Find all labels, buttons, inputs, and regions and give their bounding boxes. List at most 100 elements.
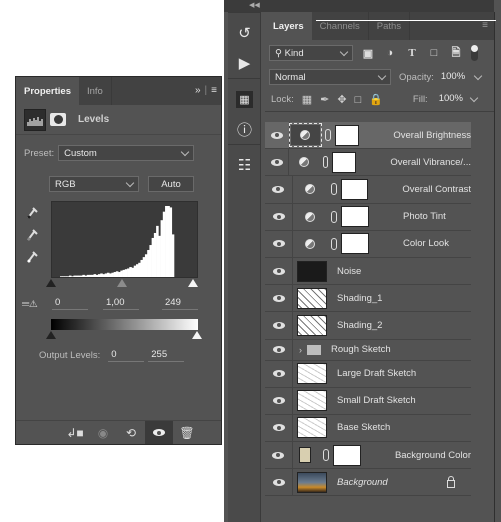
white-point-eyedropper-icon[interactable] (26, 249, 38, 263)
layer-row[interactable]: Background Color (265, 442, 471, 470)
layer-row[interactable]: Large Draft Sketch (265, 360, 471, 388)
opacity-value[interactable]: 100% (438, 71, 465, 84)
actions-play-icon[interactable]: ▶ (228, 48, 261, 78)
fill-value[interactable]: 100% (436, 93, 463, 106)
clipping-warning-icon[interactable]: 𝄘⚠ (22, 299, 37, 310)
collapse-dock-icon[interactable]: ◀◀ (249, 1, 260, 9)
black-point-eyedropper-icon[interactable] (26, 205, 38, 219)
tab-properties[interactable]: Properties (16, 77, 79, 105)
layer-row[interactable]: Background (265, 469, 471, 497)
visibility-eye-icon[interactable] (265, 285, 293, 312)
collapse-panel-icon[interactable]: » (195, 85, 201, 96)
toggle-visibility-eye-icon[interactable] (145, 421, 173, 444)
layer-row[interactable]: Shading_2 (265, 312, 471, 340)
lock-all-icon[interactable]: 🔒 (369, 93, 383, 106)
fill-chevron-icon[interactable] (469, 93, 479, 103)
filter-toggle[interactable] (471, 45, 478, 61)
layer-thumbnail[interactable] (297, 260, 327, 282)
blend-mode-dropdown[interactable]: Normal (269, 69, 391, 85)
input-gamma-field[interactable]: 1,00 (103, 297, 139, 310)
layer-mask-thumbnail[interactable] (341, 206, 369, 228)
filter-adjustment-icon[interactable]: ◑ (383, 47, 397, 59)
clip-to-layer-icon[interactable]: ↲■ (61, 421, 89, 444)
adjustment-thumbnail[interactable] (293, 184, 327, 195)
visibility-eye-icon[interactable] (265, 387, 293, 414)
layer-row[interactable]: Overall Contrast (265, 176, 471, 204)
layer-group-row[interactable]: › Rough Sketch (265, 339, 471, 361)
prevent-autonest-artboard-icon[interactable]: □ (355, 94, 362, 106)
link-chain-icon[interactable] (331, 237, 337, 250)
adjustment-thumbnail[interactable] (293, 238, 327, 249)
link-chain-icon[interactable] (330, 183, 337, 196)
input-white-field[interactable]: 249 (162, 297, 198, 310)
input-gamma-slider[interactable] (117, 279, 127, 287)
adjustment-thumbnail[interactable] (288, 123, 323, 148)
clone-source-icon[interactable]: ☷ (228, 150, 261, 180)
layer-row[interactable]: Overall Brightness (265, 122, 471, 150)
properties-panel-icon[interactable]: ▦ (228, 84, 261, 114)
reset-icon[interactable]: ⟲ (117, 421, 145, 444)
filter-shape-icon[interactable]: □ (427, 47, 441, 59)
filter-pixel-icon[interactable]: ▣ (361, 47, 375, 60)
output-white-field[interactable]: 255 (148, 349, 185, 362)
layer-mask-thumbnail[interactable] (333, 444, 361, 466)
layer-mask-thumbnail[interactable] (334, 124, 360, 146)
layer-mask-thumbnail[interactable] (341, 233, 369, 255)
link-chain-icon[interactable] (331, 210, 337, 223)
layer-row[interactable]: Photo Tint (265, 203, 471, 231)
adjustment-thumbnail[interactable] (293, 211, 327, 222)
gray-point-eyedropper-icon[interactable] (26, 227, 38, 241)
link-chain-icon[interactable] (325, 129, 331, 142)
visibility-eye-icon[interactable] (265, 312, 293, 339)
filter-type-icon[interactable]: T (405, 47, 419, 59)
layer-row[interactable]: Base Sketch (265, 414, 471, 443)
layer-row[interactable]: Overall Vibrance/... (265, 149, 471, 177)
fill-color-swatch[interactable] (298, 447, 312, 464)
levels-adjustment-icon[interactable] (24, 108, 46, 131)
output-black-field[interactable]: 0 (108, 349, 145, 362)
layer-mask-icon[interactable] (50, 113, 66, 126)
layer-thumbnail[interactable] (297, 471, 327, 493)
lock-position-move-icon[interactable]: ✥ (337, 93, 346, 106)
layer-row[interactable]: Shading_1 (265, 285, 471, 313)
expand-group-chevron-icon[interactable]: › (299, 345, 302, 355)
visibility-eye-icon[interactable] (265, 149, 290, 176)
layer-thumbnail[interactable] (297, 390, 327, 412)
tab-channels[interactable]: Channels (312, 12, 369, 40)
view-previous-state-icon[interactable]: ◉ (89, 421, 117, 444)
visibility-eye-icon[interactable] (265, 442, 293, 469)
tab-paths[interactable]: Paths (369, 12, 411, 40)
layer-row[interactable]: Small Draft Sketch (265, 387, 471, 415)
lock-image-pixels-brush-icon[interactable]: ✒ (320, 93, 329, 106)
preset-dropdown[interactable]: Custom (58, 145, 195, 161)
adjustment-thumbnail[interactable] (289, 157, 318, 168)
lock-icon[interactable] (447, 476, 455, 489)
layer-thumbnail[interactable] (297, 287, 327, 309)
history-panel-icon[interactable]: ↺ (228, 18, 261, 48)
visibility-eye-icon[interactable] (265, 230, 293, 257)
lock-transparent-pixels-icon[interactable]: ▦ (302, 93, 312, 106)
visibility-eye-icon[interactable] (265, 176, 293, 203)
visibility-eye-icon[interactable] (265, 360, 293, 387)
link-chain-icon[interactable] (323, 449, 330, 462)
layer-thumbnail[interactable] (297, 363, 327, 385)
input-black-slider[interactable] (46, 279, 56, 287)
delete-trash-icon[interactable]: 🗑 (173, 421, 201, 444)
filter-smart-object-icon[interactable]: 🗎 (449, 44, 463, 63)
panel-menu-icon[interactable]: ≡ (211, 85, 217, 96)
tab-info[interactable]: Info (79, 77, 112, 105)
layer-mask-thumbnail[interactable] (331, 151, 357, 173)
auto-button[interactable]: Auto (148, 176, 194, 192)
layer-row[interactable]: Noise (265, 257, 471, 286)
output-black-slider[interactable] (46, 331, 56, 339)
input-black-field[interactable]: 0 (52, 297, 88, 310)
visibility-eye-icon[interactable] (265, 339, 293, 360)
layer-mask-thumbnail[interactable] (340, 178, 369, 200)
input-white-slider[interactable] (188, 279, 198, 287)
panel-menu-icon[interactable]: ≡ (482, 20, 488, 31)
tab-layers[interactable]: Layers (265, 12, 312, 40)
visibility-eye-icon[interactable] (265, 414, 293, 442)
link-chain-icon[interactable] (322, 156, 328, 169)
info-panel-icon[interactable]: ⓘ (228, 114, 261, 144)
output-white-slider[interactable] (192, 331, 202, 339)
